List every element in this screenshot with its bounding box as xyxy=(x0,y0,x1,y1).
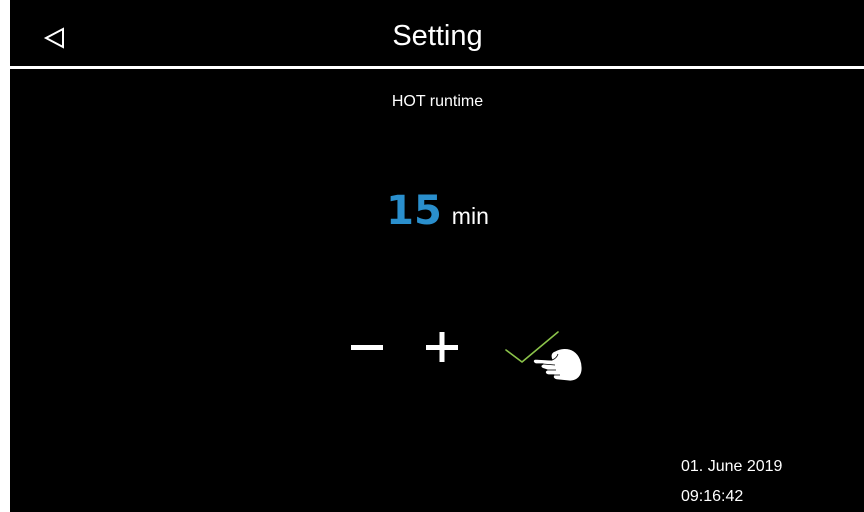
minus-icon xyxy=(351,345,383,350)
header-divider xyxy=(10,66,864,69)
parameter-label: HOT runtime xyxy=(391,93,484,110)
increase-button[interactable] xyxy=(422,326,464,368)
status-time: 09:16:42 xyxy=(681,488,744,505)
value-unit: min xyxy=(451,203,489,229)
hand-pointer-icon xyxy=(530,338,584,384)
decrease-button[interactable] xyxy=(346,326,388,368)
header-bar: Setting xyxy=(10,0,864,66)
status-date: 01. June 2019 xyxy=(681,458,783,475)
settings-screen: Setting HOT runtime 15 min 01. June 2019 xyxy=(10,0,864,512)
plus-icon xyxy=(426,332,458,362)
value-number: 15 xyxy=(386,188,442,234)
value-display: 15 min xyxy=(10,186,864,241)
page-title: Setting xyxy=(392,20,483,52)
